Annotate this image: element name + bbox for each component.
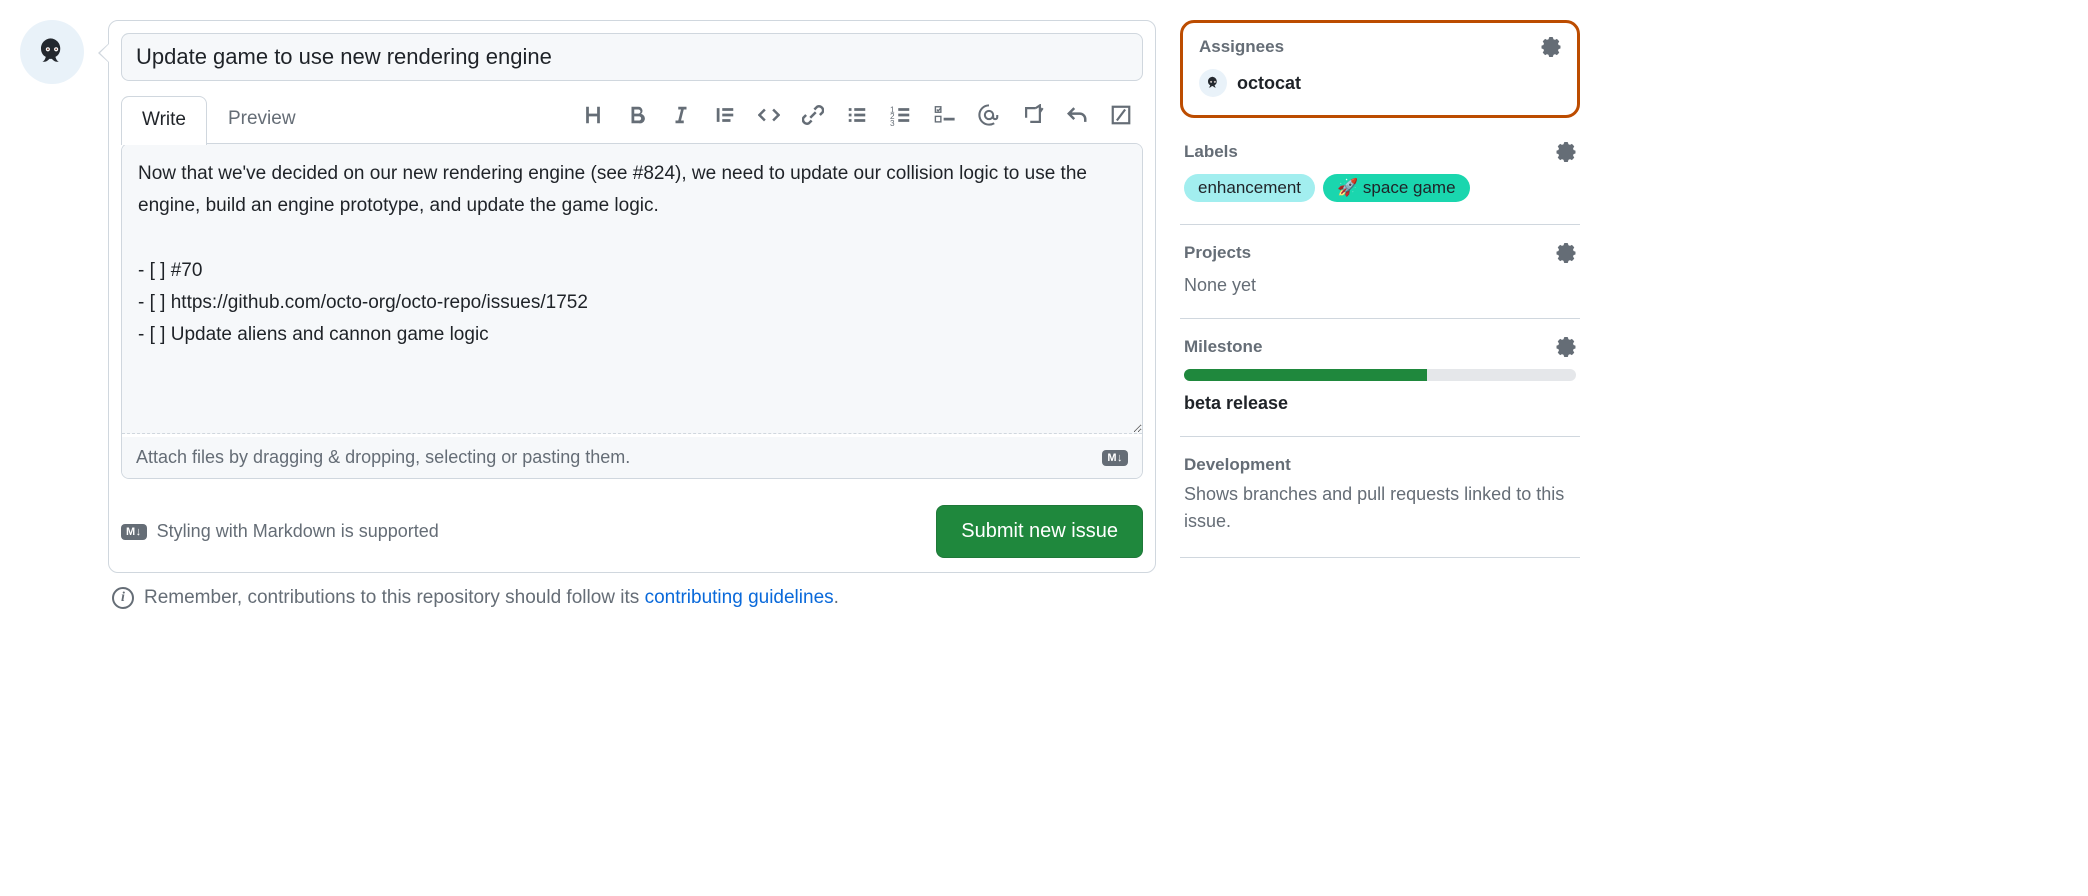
milestone-title: Milestone — [1184, 337, 1262, 357]
reply-icon[interactable] — [1065, 103, 1089, 127]
development-title: Development — [1184, 455, 1291, 475]
avatar — [1199, 69, 1227, 97]
diff-icon[interactable] — [1109, 103, 1133, 127]
milestone-section: Milestone beta release — [1180, 319, 1580, 437]
user-avatar[interactable] — [20, 20, 84, 84]
label-pill[interactable]: enhancement — [1184, 174, 1315, 202]
submit-new-issue-button[interactable]: Submit new issue — [936, 505, 1143, 558]
milestone-progress-bar — [1184, 369, 1576, 381]
svg-text:3: 3 — [890, 119, 895, 126]
projects-none-text: None yet — [1184, 275, 1576, 296]
cross-reference-icon[interactable] — [1021, 103, 1045, 127]
markdown-supported-text: Styling with Markdown is supported — [157, 521, 439, 542]
markdown-badge-icon[interactable]: M↓ — [1102, 450, 1128, 466]
milestone-name[interactable]: beta release — [1184, 393, 1576, 414]
code-icon[interactable] — [757, 103, 781, 127]
heading-icon[interactable] — [581, 103, 605, 127]
remember-suffix: . — [834, 587, 839, 608]
assignees-section: Assignees octocat — [1180, 20, 1580, 118]
gear-icon[interactable] — [1541, 37, 1561, 57]
link-icon[interactable] — [801, 103, 825, 127]
mention-icon[interactable] — [977, 103, 1001, 127]
projects-title: Projects — [1184, 243, 1251, 263]
quote-icon[interactable] — [713, 103, 737, 127]
development-description: Shows branches and pull requests linked … — [1184, 481, 1576, 535]
labels-section: Labels enhancement 🚀 space game — [1180, 124, 1580, 225]
issue-body-textarea[interactable] — [122, 144, 1142, 434]
markdown-toolbar: 123 — [581, 103, 1143, 137]
tab-write[interactable]: Write — [121, 96, 207, 145]
assignee-username: octocat — [1237, 73, 1301, 94]
task-list-icon[interactable] — [933, 103, 957, 127]
tab-preview[interactable]: Preview — [207, 95, 317, 144]
info-icon: i — [112, 587, 134, 609]
remember-prefix: Remember, contributions to this reposito… — [144, 587, 645, 608]
italic-icon[interactable] — [669, 103, 693, 127]
unordered-list-icon[interactable] — [845, 103, 869, 127]
gear-icon[interactable] — [1556, 337, 1576, 357]
gear-icon[interactable] — [1556, 243, 1576, 263]
contributing-guidelines-link[interactable]: contributing guidelines — [645, 587, 834, 608]
label-pill[interactable]: 🚀 space game — [1323, 174, 1470, 202]
contributing-guidelines-notice: i Remember, contributions to this reposi… — [112, 587, 1156, 609]
gear-icon[interactable] — [1556, 142, 1576, 162]
markdown-badge-icon: M↓ — [121, 524, 147, 540]
attach-files-hint[interactable]: Attach files by dragging & dropping, sel… — [122, 437, 1142, 478]
assignee-user[interactable]: octocat — [1199, 69, 1561, 97]
projects-section: Projects None yet — [1180, 225, 1580, 319]
ordered-list-icon[interactable]: 123 — [889, 103, 913, 127]
attach-hint-text: Attach files by dragging & dropping, sel… — [136, 447, 630, 468]
new-issue-form: Write Preview 123 — [108, 20, 1156, 573]
assignees-title: Assignees — [1199, 37, 1284, 57]
labels-title: Labels — [1184, 142, 1238, 162]
development-section: Development Shows branches and pull requ… — [1180, 437, 1580, 558]
bold-icon[interactable] — [625, 103, 649, 127]
issue-title-input[interactable] — [121, 33, 1143, 81]
